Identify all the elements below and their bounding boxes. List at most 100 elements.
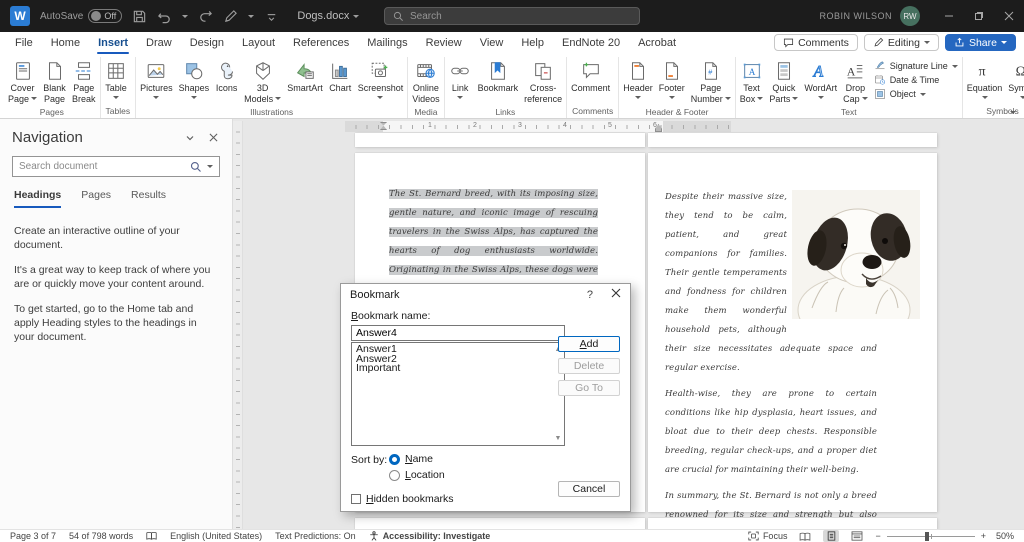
minimize-button[interactable] (934, 0, 964, 32)
zoom-in-icon[interactable]: + (981, 531, 986, 541)
draw-pen-icon[interactable] (223, 9, 238, 24)
st-bernard-image[interactable] (792, 190, 920, 319)
autosave-toggle[interactable]: AutoSave Off (40, 9, 122, 23)
page-indicator[interactable]: Page 3 of 7 (10, 531, 56, 541)
ribbon-button-table[interactable]: Table (102, 57, 131, 104)
ribbon-button-pictures[interactable]: Pictures (137, 57, 176, 104)
tab-acrobat[interactable]: Acrobat (629, 32, 685, 54)
tab-mailings[interactable]: Mailings (358, 32, 416, 54)
tab-endnote-20[interactable]: EndNote 20 (553, 32, 629, 54)
nav-collapse-icon[interactable] (185, 133, 195, 143)
dialog-close-icon[interactable] (611, 288, 621, 301)
focus-mode-button[interactable]: Focus (748, 531, 788, 541)
ribbon-button-blank-page[interactable]: Blank Page (40, 57, 69, 106)
bookmark-name-input[interactable] (351, 325, 565, 341)
print-layout-icon[interactable] (823, 530, 839, 542)
accessibility-status[interactable]: Accessibility: Investigate (369, 531, 491, 541)
tab-home[interactable]: Home (42, 32, 89, 54)
ribbon-button-signature-line[interactable]: Signature Line (874, 60, 958, 72)
ribbon-button-date-time[interactable]: Date & Time (874, 74, 958, 86)
nav-tab-headings[interactable]: Headings (14, 189, 61, 208)
ribbon-button-footer[interactable]: Footer (656, 57, 688, 104)
web-layout-icon[interactable] (849, 530, 865, 542)
text-predictions[interactable]: Text Predictions: On (275, 531, 356, 541)
ribbon-button-cross-reference[interactable]: Cross- reference (521, 57, 565, 106)
language-indicator[interactable]: English (United States) (170, 531, 262, 541)
zoom-out-icon[interactable]: − (875, 531, 880, 541)
radio-icon[interactable] (389, 470, 400, 481)
ribbon-button-text-box[interactable]: ATextBox (737, 57, 767, 106)
save-icon[interactable] (132, 9, 147, 24)
nav-tab-pages[interactable]: Pages (81, 189, 111, 208)
add-button[interactable]: Add (558, 336, 620, 352)
ribbon-button-cover-page[interactable]: CoverPage (5, 57, 40, 106)
nav-search-input[interactable] (19, 161, 185, 172)
share-button[interactable]: Share (945, 34, 1016, 51)
go-to-button[interactable]: Go To (558, 380, 620, 396)
tab-draw[interactable]: Draw (137, 32, 181, 54)
undo-icon[interactable] (157, 9, 172, 24)
ribbon-button-comment[interactable]: Comment (568, 57, 613, 96)
tab-insert[interactable]: Insert (89, 32, 137, 54)
tab-review[interactable]: Review (417, 32, 471, 54)
dialog-title-bar[interactable]: Bookmark ? (341, 284, 630, 305)
editing-mode-button[interactable]: Editing (864, 34, 939, 51)
bookmark-item-important[interactable]: Important (356, 364, 550, 374)
undo-dropdown-icon[interactable] (182, 15, 188, 18)
document-title[interactable]: Dogs.docx (297, 10, 359, 22)
search-box[interactable]: Search (384, 7, 640, 25)
sort-option-location[interactable]: Location (389, 469, 445, 481)
ribbon-button-page-break[interactable]: Page Break (69, 57, 99, 106)
radio-icon[interactable] (389, 454, 400, 465)
ribbon-button-smartart[interactable]: SmartArt (284, 57, 326, 96)
ribbon-button-icons[interactable]: Icons (212, 57, 241, 96)
ribbon-button-screenshot[interactable]: Screenshot (355, 57, 407, 104)
delete-button[interactable]: Delete (558, 358, 620, 374)
pen-dropdown-icon[interactable] (248, 15, 254, 18)
sort-option-name[interactable]: Name (389, 453, 445, 465)
cancel-button[interactable]: Cancel (558, 481, 620, 497)
proofing-icon[interactable] (146, 531, 157, 541)
tab-layout[interactable]: Layout (233, 32, 284, 54)
ribbon-button-object[interactable]: Object (874, 88, 958, 100)
ribbon-button-header[interactable]: Header (620, 57, 656, 104)
avatar[interactable]: RW (900, 6, 920, 26)
nav-search-box[interactable] (12, 156, 220, 177)
ribbon-button-quick-parts[interactable]: QuickParts (766, 57, 801, 106)
collapse-ribbon-icon[interactable] (1010, 111, 1016, 114)
word-logo-icon[interactable]: W (10, 6, 30, 26)
zoom-slider[interactable]: − + (875, 531, 986, 541)
nav-tab-results[interactable]: Results (131, 189, 166, 208)
comments-button[interactable]: Comments (774, 34, 858, 51)
user-name[interactable]: ROBIN WILSON (819, 11, 892, 21)
nav-close-icon[interactable] (209, 133, 218, 142)
quick-access-more-icon[interactable] (264, 9, 279, 24)
ribbon-button-link[interactable]: Link (446, 57, 475, 104)
ribbon-button-shapes[interactable]: Shapes (176, 57, 213, 104)
tab-references[interactable]: References (284, 32, 358, 54)
word-count[interactable]: 54 of 798 words (69, 531, 133, 541)
ribbon-button-wordart[interactable]: AWordArt (801, 57, 840, 104)
redo-icon[interactable] (198, 9, 213, 24)
ribbon-button-symbol[interactable]: ΩSymbol (1005, 57, 1024, 104)
close-button[interactable] (994, 0, 1024, 32)
body-paragraph[interactable]: Health-wise, they are prone to certain c… (665, 385, 877, 480)
bookmark-list[interactable]: Answer1Answer2Important ▲ ▼ (351, 342, 565, 446)
ribbon-button-equation[interactable]: πEquation (964, 57, 1006, 104)
scroll-down-icon[interactable]: ▼ (555, 434, 562, 444)
ribbon-button-page-number[interactable]: #PageNumber (688, 57, 734, 106)
tab-view[interactable]: View (471, 32, 513, 54)
dialog-help-icon[interactable]: ? (587, 289, 593, 301)
ribbon-button-bookmark[interactable]: Bookmark (475, 57, 522, 96)
ribbon-button-online-videos[interactable]: Online Videos (409, 57, 442, 106)
autosave-pill[interactable]: Off (88, 9, 122, 23)
nav-search-icon[interactable] (190, 161, 202, 173)
page-4[interactable]: Despite their massive size, they tend to… (648, 153, 937, 512)
tab-design[interactable]: Design (181, 32, 233, 54)
zoom-slider-thumb[interactable] (925, 532, 929, 541)
tab-help[interactable]: Help (512, 32, 553, 54)
ribbon-button-drop-cap[interactable]: ADropCap (840, 57, 871, 106)
hidden-bookmarks-checkbox[interactable] (351, 494, 361, 504)
tab-file[interactable]: File (6, 32, 42, 54)
zoom-percent[interactable]: 50% (996, 531, 1014, 541)
